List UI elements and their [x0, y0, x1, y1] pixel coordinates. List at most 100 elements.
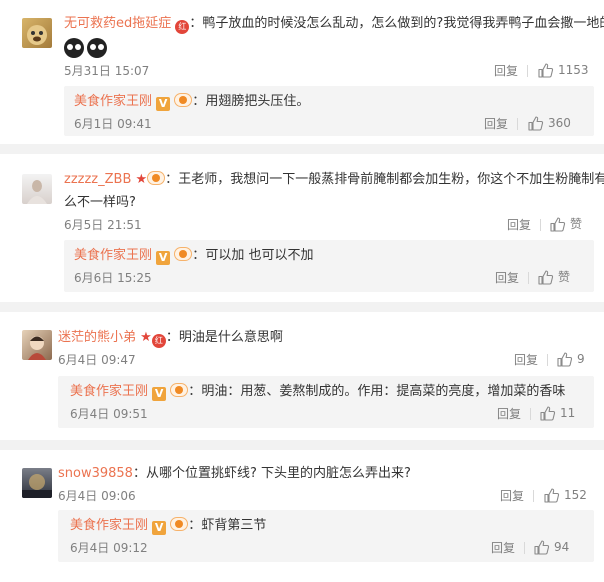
like-button[interactable]: 赞 [538, 269, 570, 285]
divider [527, 65, 528, 77]
reply-username-link[interactable]: 美食作家王刚 [74, 248, 152, 263]
like-button[interactable]: 赞 [550, 216, 582, 232]
section-gap [0, 302, 604, 312]
like-count: 赞 [558, 270, 571, 284]
like-count: 9 [577, 352, 585, 366]
reply-time: 6月4日 09:12 [70, 541, 148, 555]
fan-badge-icon [174, 93, 193, 107]
avatar[interactable] [22, 330, 52, 360]
comment-1: 无可救药ed拖延症 红：鸭子放血的时候没怎么乱动，怎么做到的?我觉得我弄鸭子血会… [0, 0, 604, 142]
reply-button[interactable]: 回复 [491, 540, 515, 556]
reply-button[interactable]: 回复 [484, 116, 508, 132]
divider [517, 118, 518, 130]
divider [547, 354, 548, 366]
thumb-up-icon [538, 270, 554, 285]
username-link[interactable]: zzzzz_ZBB [64, 172, 131, 187]
comment-text-line2: 么不一样吗? [64, 195, 136, 210]
reply-button[interactable]: 回复 [514, 352, 538, 368]
reply-body: 美食作家王刚 V ：可以加 也可以不加 [74, 247, 314, 265]
comment-body: zzzzz_ZBB ★ ：王老师，我想问一下一般蒸排骨前腌制都会加生粉，你这个不加… [64, 170, 604, 190]
username-link[interactable]: snow39858 [58, 466, 133, 481]
avatar[interactable] [22, 18, 52, 48]
reply-text: 明油：用葱、姜熬制成的。作用：提高菜的亮度，增加菜的香味 [201, 384, 566, 399]
reply-body: 美食作家王刚 V ：明油：用葱、姜熬制成的。作用：提高菜的亮度，增加菜的香味 [70, 383, 566, 401]
verified-v-icon: V [156, 97, 171, 111]
thumb-up-icon [550, 217, 566, 232]
like-button[interactable]: 360 [528, 115, 571, 131]
comment-text: 王老师，我想问一下一般蒸排骨前腌制都会加生粉，你这个不加生粉腌制有什 [178, 172, 604, 187]
reply-time: 6月1日 09:41 [74, 117, 152, 131]
reply-button[interactable]: 回复 [507, 217, 531, 233]
avatar[interactable] [22, 468, 52, 498]
reply-time: 6月6日 15:25 [74, 271, 152, 285]
username-link[interactable]: 迷茫的熊小弟 [58, 330, 136, 345]
reply-username-link[interactable]: 美食作家王刚 [70, 384, 148, 399]
reply-box: 美食作家王刚 V ：可以加 也可以不加 6月6日 15:25 回复 赞 [64, 240, 594, 292]
star-badge-icon: ★ [140, 330, 152, 345]
reply-box: 美食作家王刚 V ：明油：用葱、姜熬制成的。作用：提高菜的亮度，增加菜的香味 6… [58, 376, 594, 428]
like-button[interactable]: 94 [534, 539, 569, 555]
comment-body: 迷茫的熊小弟 ★ 红：明油是什么意思啊 [58, 328, 283, 348]
like-count: 360 [548, 116, 571, 130]
comment-4: snow39858：从哪个位置挑虾线? 下头里的内脏怎么弄出来? 6月4日 09… [0, 452, 604, 582]
reply-button[interactable]: 回复 [494, 63, 518, 79]
reply-button[interactable]: 回复 [500, 488, 524, 504]
thumb-up-icon [538, 63, 554, 78]
reply-text: 用翅膀把头压住。 [205, 94, 310, 109]
like-count: 赞 [570, 217, 583, 231]
comment-text: 鸭子放血的时候没怎么乱动，怎么做到的?我觉得我弄鸭子血会撒一地的 [202, 16, 604, 31]
black-face-emoji-icon [87, 38, 107, 58]
reply-username-link[interactable]: 美食作家王刚 [70, 518, 148, 533]
like-count: 11 [560, 406, 576, 420]
emoji-row [64, 38, 110, 59]
thumb-up-icon [540, 406, 556, 421]
reply-text: 可以加 也可以不加 [205, 248, 314, 263]
divider [533, 490, 534, 502]
comment-2: zzzzz_ZBB ★ ：王老师，我想问一下一般蒸排骨前腌制都会加生粉，你这个不加… [0, 156, 604, 300]
comment-time: 5月31日 15:07 [64, 64, 150, 78]
like-count: 94 [554, 540, 570, 554]
like-count: 152 [564, 488, 587, 502]
reply-button[interactable]: 回复 [497, 406, 521, 422]
fan-badge-icon [147, 171, 166, 185]
thumb-up-icon [557, 352, 573, 367]
verified-v-icon: V [152, 387, 167, 401]
star-badge-icon: ★ [135, 172, 148, 187]
divider [530, 408, 531, 420]
fan-badge-icon [170, 517, 189, 531]
verified-v-icon: V [152, 521, 167, 535]
divider [540, 219, 541, 231]
reply-box: 美食作家王刚 V ：虾背第三节 6月4日 09:12 回复 94 [58, 510, 594, 562]
reply-username-link[interactable]: 美食作家王刚 [74, 94, 152, 109]
divider [528, 272, 529, 284]
fan-badge-icon [174, 247, 193, 261]
section-gap [0, 440, 604, 450]
reply-button[interactable]: 回复 [495, 270, 519, 286]
red-badge-icon: 红 [175, 20, 190, 34]
divider [524, 542, 525, 554]
thumb-up-icon [544, 488, 560, 503]
reply-text: 虾背第三节 [201, 518, 267, 533]
username-link[interactable]: 无可救药ed拖延症 [64, 16, 171, 31]
reply-time: 6月4日 09:51 [70, 407, 148, 421]
thumb-up-icon [534, 540, 550, 555]
red-badge-icon: 红 [151, 334, 166, 348]
like-button[interactable]: 9 [557, 351, 585, 367]
comment-body: snow39858：从哪个位置挑虾线? 下头里的内脏怎么弄出来? [58, 466, 411, 481]
comment-text: 明油是什么意思啊 [178, 330, 283, 345]
verified-v-icon: V [156, 251, 171, 265]
comment-time: 6月5日 21:51 [64, 218, 142, 232]
like-count: 1153 [558, 63, 589, 77]
reply-box: 美食作家王刚 V ：用翅膀把头压住。 6月1日 09:41 回复 360 [64, 86, 594, 136]
like-button[interactable]: 1153 [538, 62, 589, 78]
comment-time: 6月4日 09:47 [58, 353, 136, 367]
comment-text: 从哪个位置挑虾线? 下头里的内脏怎么弄出来? [145, 466, 411, 481]
reply-body: 美食作家王刚 V ：用翅膀把头压住。 [74, 93, 310, 111]
reply-body: 美食作家王刚 V ：虾背第三节 [70, 517, 267, 535]
section-gap [0, 144, 604, 154]
like-button[interactable]: 152 [544, 487, 587, 503]
avatar[interactable] [22, 174, 52, 204]
like-button[interactable]: 11 [540, 405, 575, 421]
comment-3: 迷茫的熊小弟 ★ 红：明油是什么意思啊 6月4日 09:47 回复 9 美食作家王… [0, 314, 604, 446]
comment-time: 6月4日 09:06 [58, 489, 136, 503]
